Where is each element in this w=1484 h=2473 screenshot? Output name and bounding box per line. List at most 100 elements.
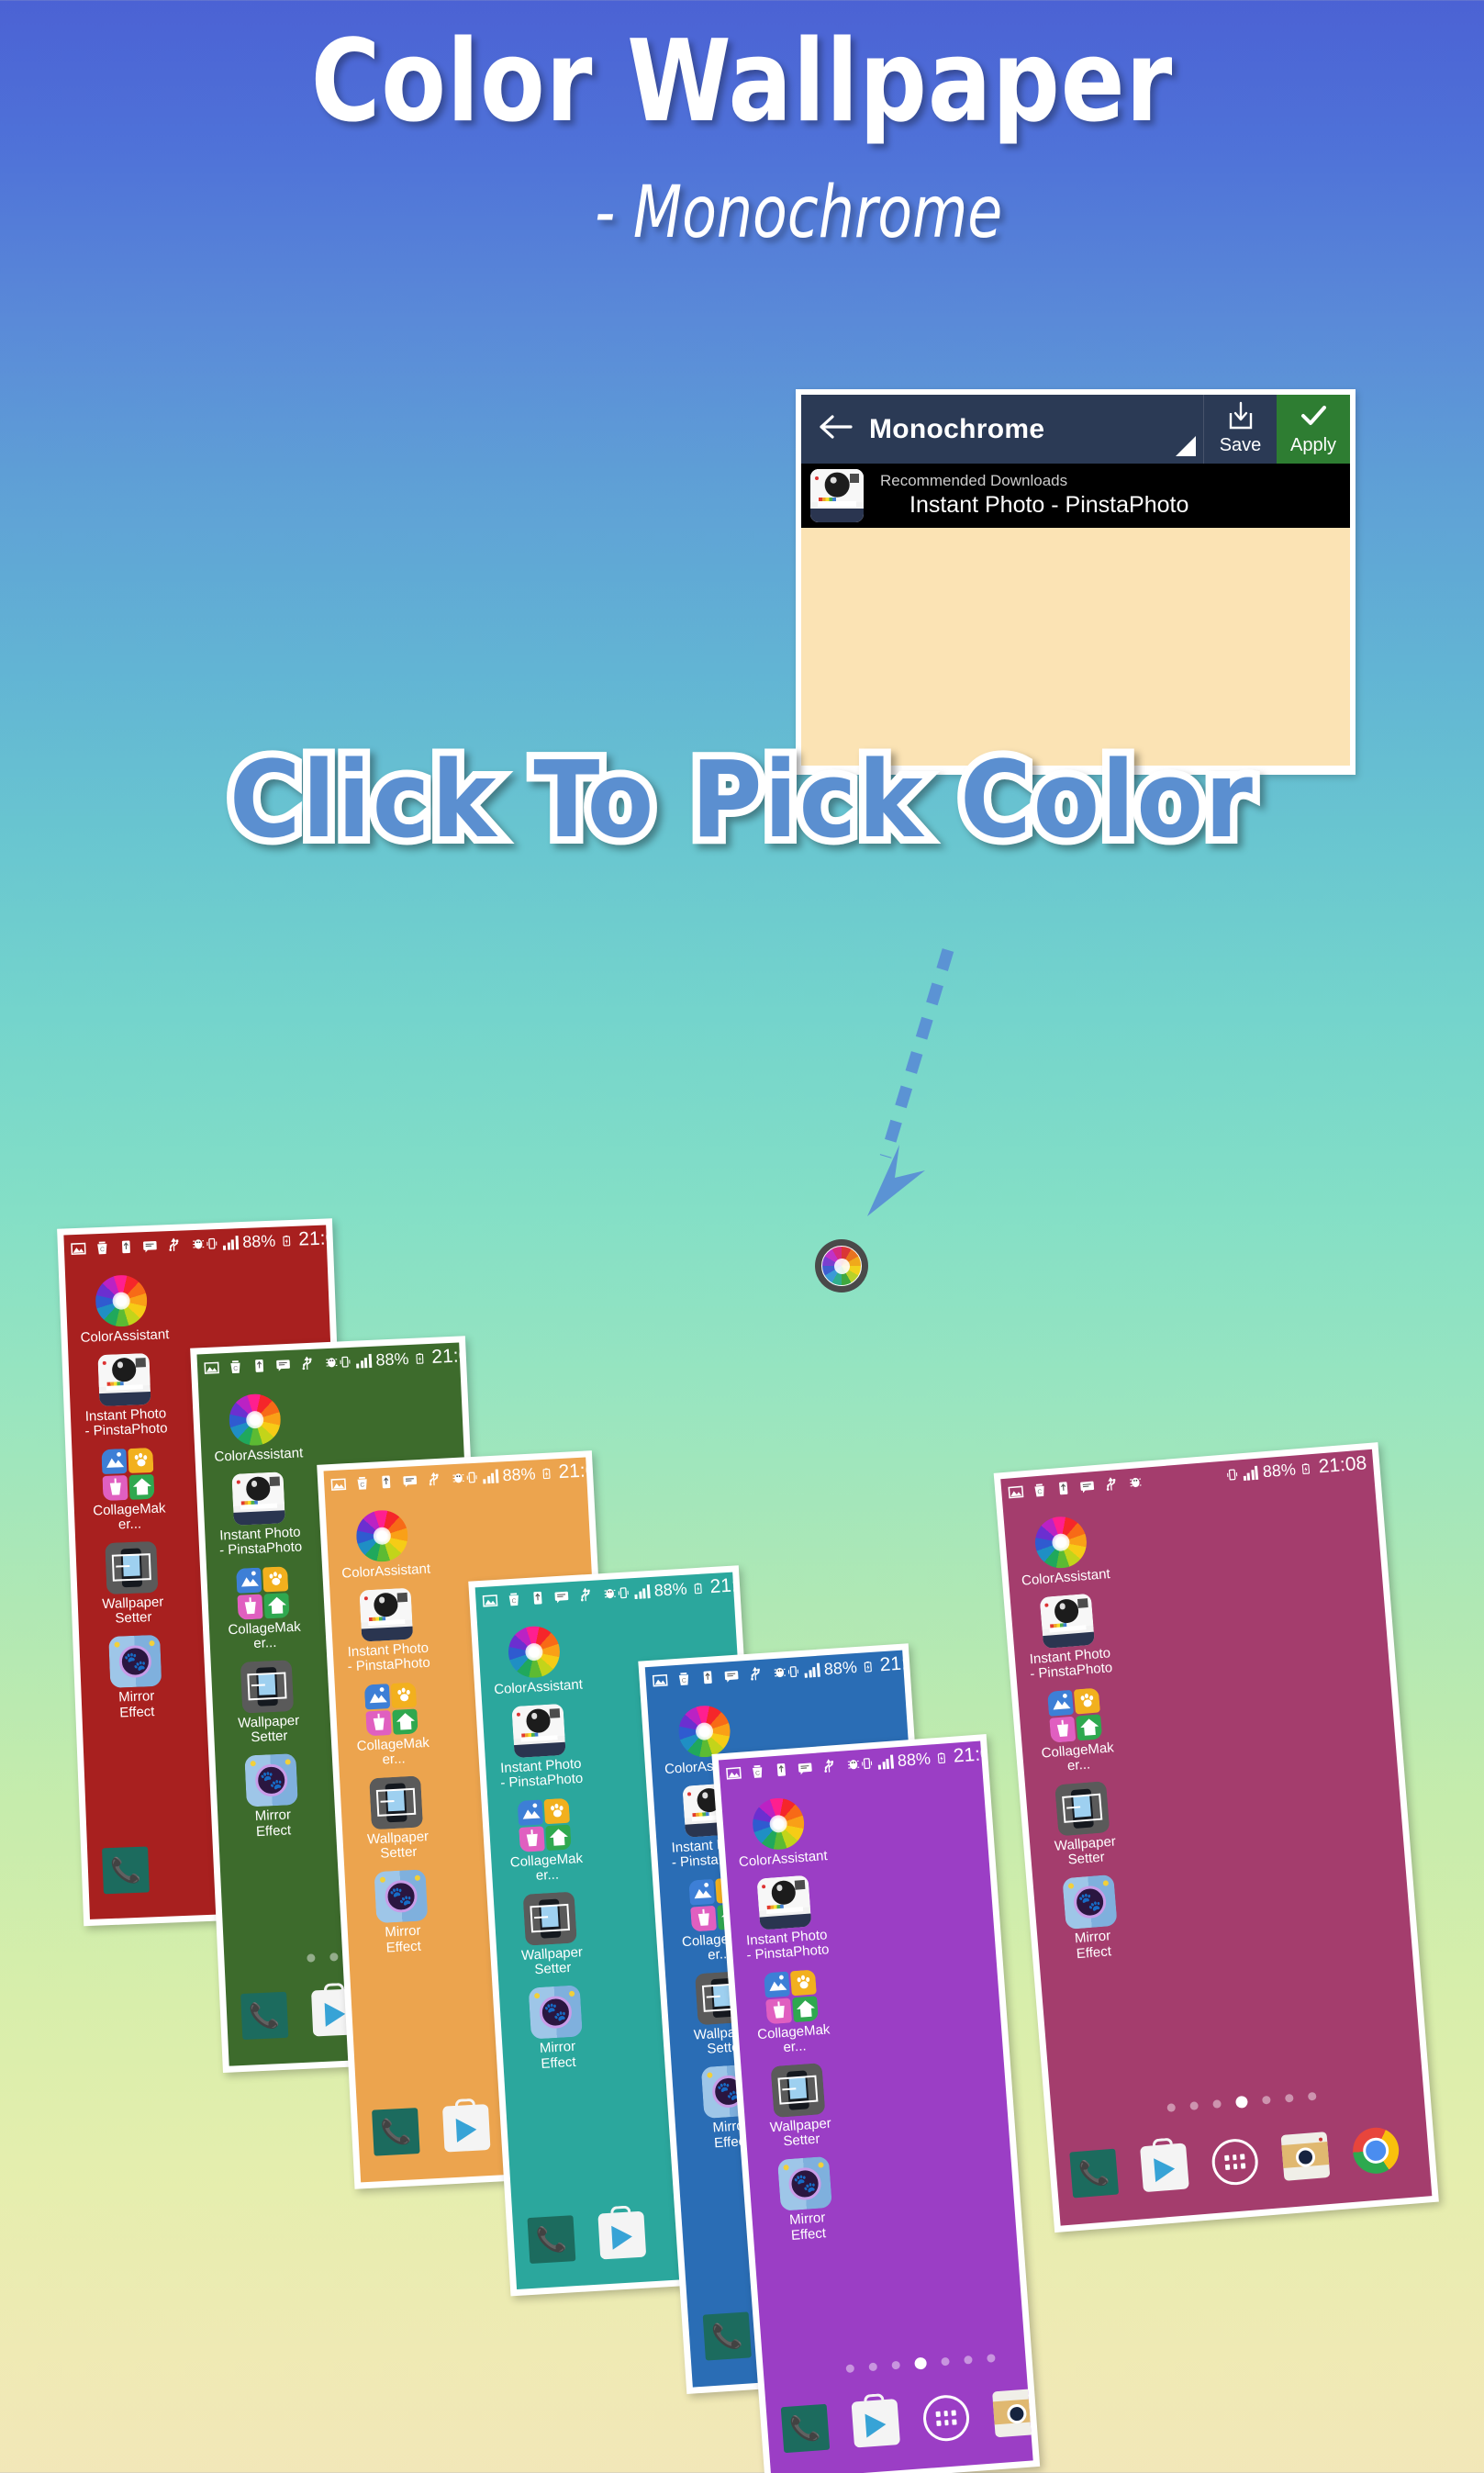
color-wheel-icon[interactable] — [815, 1239, 868, 1292]
signal-bars-icon — [634, 1583, 651, 1599]
signal-bars-icon — [877, 1754, 894, 1770]
dock-item-play-store[interactable] — [441, 2098, 491, 2153]
dock-item-play-store[interactable] — [597, 2205, 647, 2260]
wallpaper-canvas[interactable] — [801, 528, 1350, 766]
app-label: CollageMak er... — [756, 2020, 831, 2055]
page-dot[interactable] — [964, 2355, 973, 2365]
app-label: Wallpaper Setter — [1054, 1833, 1117, 1868]
battery-percent: 88% — [897, 1749, 932, 1770]
dock-item-camera[interactable] — [992, 2388, 1033, 2438]
app-item[interactable]: 🐾 Mirror Effect — [761, 2155, 851, 2245]
app-item[interactable]: CollageMak er... — [501, 1796, 590, 1886]
recommended-download-banner[interactable]: Recommended Downloads Instant Photo - Pi… — [801, 464, 1350, 528]
signal-bars-icon — [483, 1469, 498, 1483]
app-item[interactable]: 🐾 Mirror Effect — [92, 1634, 179, 1721]
app-item[interactable]: Instant Photo - PinstaPhoto — [495, 1703, 584, 1792]
app-item[interactable]: CollageMak er... — [747, 1968, 837, 2058]
dock-item-play-store[interactable] — [851, 2393, 901, 2448]
dock: 📞 — [780, 2383, 1033, 2454]
dock-item-phone-dialer[interactable]: 📞 — [102, 1846, 150, 1895]
app-item[interactable]: 🐾 Mirror Effect — [512, 1985, 601, 2074]
dock-item-phone-dialer[interactable]: 📞 — [1069, 2148, 1120, 2199]
page-subtitle: - Monochrome — [594, 172, 1003, 254]
image-icon — [652, 1672, 668, 1688]
page-dot[interactable] — [914, 2356, 928, 2370]
dock-item-phone-dialer[interactable]: 📞 — [702, 2311, 752, 2361]
page-dot[interactable] — [1307, 2091, 1317, 2101]
clock: 21:05 — [297, 1226, 348, 1250]
app-label: Mirror Effect — [788, 2210, 827, 2244]
app-item[interactable]: ColorAssistant — [734, 1796, 828, 1871]
svg-text:C: C — [1037, 1489, 1043, 1495]
signal-bars-icon — [356, 1353, 372, 1369]
clock: 21:08 — [1317, 1452, 1368, 1478]
app-item[interactable]: Instant Photo - PinstaPhoto — [342, 1587, 431, 1675]
image-icon — [482, 1592, 498, 1608]
page-dot[interactable] — [307, 1953, 316, 1964]
pinsta-photo-icon — [359, 1587, 414, 1642]
dock-item-phone-dialer[interactable]: 📞 — [240, 1992, 289, 2041]
apply-button[interactable]: Apply — [1277, 395, 1350, 464]
app-item[interactable]: 🐾 Mirror Effect — [358, 1869, 447, 1957]
page-dot[interactable] — [1166, 2103, 1177, 2112]
page-dot[interactable] — [1234, 2095, 1248, 2109]
svg-text:C: C — [682, 1677, 686, 1684]
app-item[interactable]: 🐾 Mirror Effect — [228, 1753, 316, 1841]
dock-item-play-store[interactable] — [1140, 2137, 1189, 2193]
app-item[interactable]: ColorAssistant — [339, 1508, 430, 1582]
dock-item-chrome[interactable] — [1351, 2125, 1401, 2176]
save-button[interactable]: Save — [1203, 395, 1277, 464]
wallpaper-setter-icon — [369, 1775, 424, 1830]
debug-bug-icon — [190, 1236, 206, 1252]
app-item[interactable]: Instant Photo - PinstaPhoto — [1023, 1593, 1114, 1683]
app-label: Instant Photo - PinstaPhoto — [745, 1927, 831, 1964]
page-dot[interactable] — [845, 2364, 855, 2374]
page-dot[interactable] — [941, 2356, 950, 2367]
page-dot[interactable] — [987, 2354, 996, 2363]
battery-percent: 88% — [502, 1463, 537, 1484]
color-assistant-icon — [507, 1625, 562, 1680]
message-icon — [1078, 1478, 1095, 1494]
page-dot[interactable] — [1189, 2101, 1199, 2110]
battery-charging-icon — [934, 1750, 947, 1766]
app-item[interactable]: ColorAssistant — [1017, 1514, 1110, 1589]
app-item[interactable]: CollageMak er... — [219, 1565, 307, 1652]
app-item[interactable]: Wallpaper Setter — [224, 1659, 312, 1746]
app-item[interactable]: ColorAssistant — [212, 1393, 304, 1465]
dock-item-phone-dialer[interactable]: 📞 — [372, 2108, 420, 2156]
page-dot[interactable] — [1212, 2099, 1222, 2109]
app-item[interactable]: Wallpaper Setter — [88, 1540, 175, 1628]
dock-item-camera[interactable] — [1280, 2132, 1331, 2181]
app-item[interactable]: Instant Photo - PinstaPhoto — [741, 1874, 831, 1964]
app-item[interactable]: Instant Photo - PinstaPhoto — [215, 1471, 303, 1559]
page-dot[interactable] — [868, 2362, 878, 2372]
dock-item-phone-dialer[interactable]: 📞 — [527, 2214, 576, 2264]
apply-label: Apply — [1289, 435, 1337, 455]
wallpaper-setter-icon — [522, 1891, 577, 1946]
app-item[interactable]: Wallpaper Setter — [352, 1774, 441, 1863]
back-button[interactable] — [801, 395, 869, 464]
page-dot[interactable] — [891, 2360, 901, 2370]
app-item[interactable]: 🐾 Mirror Effect — [1045, 1874, 1136, 1964]
app-item[interactable]: Wallpaper Setter — [507, 1890, 596, 1979]
page-dot[interactable] — [329, 1953, 339, 1962]
app-item[interactable]: CollageMak er... — [1031, 1686, 1121, 1776]
dock-item-app-drawer[interactable] — [1210, 2137, 1260, 2188]
app-item[interactable]: Wallpaper Setter — [754, 2062, 844, 2152]
app-item[interactable]: CollageMak er... — [348, 1681, 437, 1769]
page-dot[interactable] — [1284, 2093, 1294, 2103]
dock-item-app-drawer[interactable] — [921, 2393, 971, 2443]
app-item[interactable]: ColorAssistant — [78, 1273, 170, 1346]
color-assistant-icon — [228, 1393, 283, 1447]
page-dot[interactable] — [1262, 2095, 1271, 2105]
app-item[interactable]: Instant Photo - PinstaPhoto — [81, 1353, 168, 1440]
app-item[interactable]: ColorAssistant — [490, 1624, 583, 1698]
dashed-arrow-down-left-icon — [867, 948, 954, 1216]
debug-bug-icon — [323, 1354, 340, 1371]
app-item[interactable]: Wallpaper Setter — [1038, 1780, 1129, 1870]
app-item[interactable]: CollageMak er... — [84, 1447, 172, 1534]
usb-storage-icon — [118, 1238, 135, 1255]
collage-maker-icon — [101, 1447, 155, 1501]
dock-item-phone-dialer[interactable]: 📞 — [780, 2403, 831, 2454]
image-icon — [71, 1240, 87, 1257]
